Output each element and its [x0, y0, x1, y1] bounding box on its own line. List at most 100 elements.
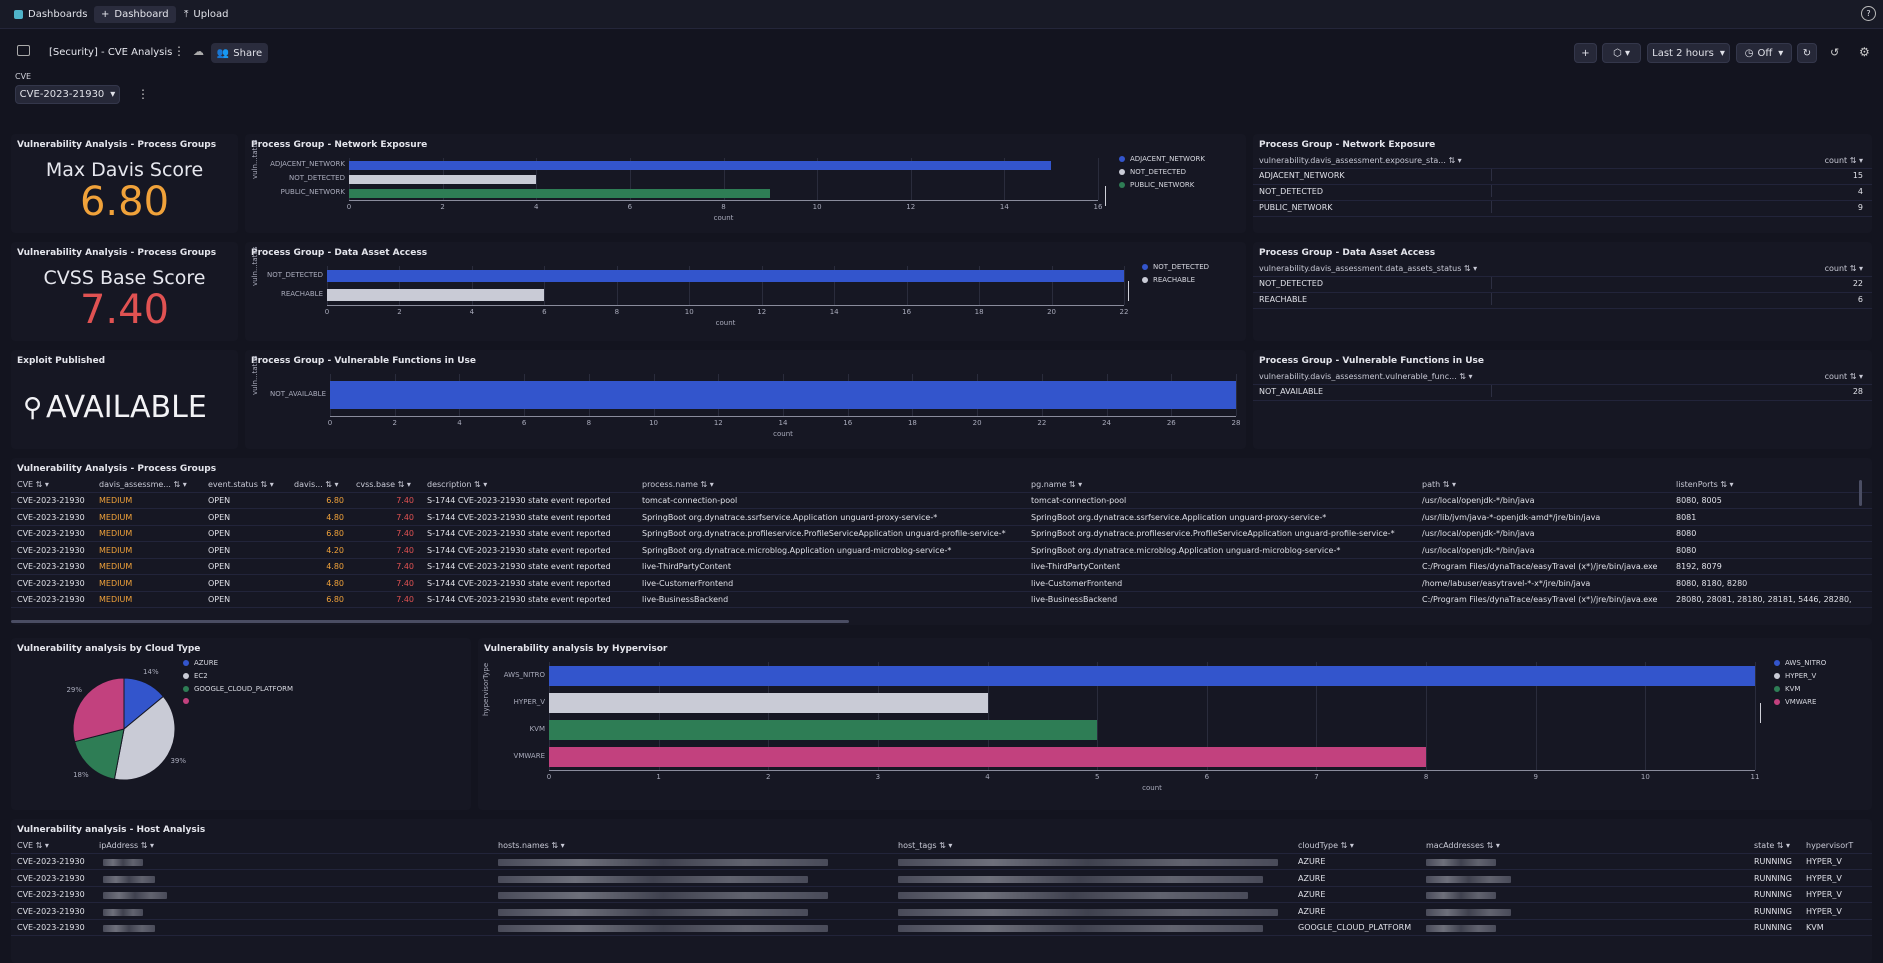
tile-title: Vulnerability Analysis - Process Groups: [17, 140, 217, 150]
refresh-button[interactable]: ↻: [1797, 43, 1817, 63]
bar[interactable]: [349, 160, 1052, 170]
legend-item[interactable]: NOT_DETECTED: [1142, 263, 1209, 271]
settings-gear-icon[interactable]: ⚙: [1859, 45, 1870, 59]
table-cell: CVE-2023-21930: [17, 906, 85, 916]
bar[interactable]: [549, 719, 1098, 740]
add-tile-button[interactable]: +: [1574, 43, 1597, 63]
more-options-icon[interactable]: ⋮: [173, 44, 185, 58]
filter-more-icon[interactable]: ⋮: [137, 87, 149, 101]
x-axis-line: [549, 770, 1755, 771]
column-header[interactable]: host_tags ⇅ ▾: [898, 841, 1018, 850]
column-header[interactable]: event.status ⇅ ▾: [208, 480, 291, 489]
vulnerable-functions-bar-chart: 0 2 4 6 8 10 12 14 16 18 20 22 24 26 28 count vuln...tat…: [245, 350, 1246, 449]
row-divider: [11, 885, 1872, 887]
cve-filter-select[interactable]: CVE-2023-21930 ▾: [15, 85, 120, 104]
column-header[interactable]: cloudType ⇅ ▾: [1298, 841, 1418, 850]
column-header[interactable]: ipAddress ⇅ ▾: [99, 841, 219, 850]
column-header[interactable]: hosts.names ⇅ ▾: [498, 841, 618, 850]
column-header[interactable]: count ⇅ ▾: [1813, 372, 1863, 381]
process-groups-table: CVE ⇅ ▾ davis_assessme... ⇅ ▾ event.status…: [11, 458, 1872, 625]
legend-item[interactable]: ADJACENT_NETWORK: [1119, 155, 1205, 163]
column-header[interactable]: count ⇅ ▾: [1813, 264, 1863, 273]
legend-item[interactable]: GOOGLE_CLOUD_PLATFORM: [183, 685, 293, 693]
bar[interactable]: [549, 692, 988, 713]
table-cell: MEDIUM: [99, 578, 133, 588]
table-cell: SpringBoot org.dynatrace.profileservice.…: [1031, 529, 1395, 538]
segments-button[interactable]: ⬡ ▾: [1602, 43, 1641, 63]
table-cell: REACHABLE: [1259, 295, 1308, 304]
bar[interactable]: [349, 188, 771, 198]
legend-item[interactable]: EC2: [183, 672, 208, 680]
dashboard-title[interactable]: [Security] - CVE Analysis: [49, 47, 172, 58]
column-header[interactable]: process.name ⇅ ▾: [642, 480, 1027, 489]
legend-dot: [1119, 169, 1125, 175]
share-button[interactable]: 👥 Share: [211, 43, 268, 63]
legend-item[interactable]: REACHABLE: [1142, 276, 1195, 284]
table-cell: 28: [1852, 387, 1863, 396]
legend-label: AWS_NITRO: [1785, 659, 1827, 667]
sidebar-toggle-icon[interactable]: [17, 45, 30, 56]
column-header[interactable]: hypervisorT: [1806, 841, 1872, 850]
bar[interactable]: [330, 381, 1236, 409]
column-header[interactable]: macAddresses ⇅ ▾: [1426, 841, 1546, 850]
table-cell: 7.40: [396, 545, 414, 555]
bar[interactable]: [327, 269, 1124, 282]
column-header[interactable]: path ⇅ ▾: [1422, 480, 1672, 489]
davis-score-label: Max Davis Score: [45, 159, 204, 181]
legend-scroll-handle[interactable]: [1128, 281, 1129, 301]
redacted-mac: [1426, 859, 1496, 866]
legend-label: AZURE: [194, 659, 218, 667]
refresh-interval-selector[interactable]: ◷ Off ▾: [1736, 43, 1792, 63]
legend-item[interactable]: VMWARE: [1774, 698, 1816, 706]
column-header[interactable]: description ⇅ ▾: [427, 480, 637, 489]
vertical-scrollbar[interactable]: [1859, 480, 1862, 506]
column-header[interactable]: davis_assessme... ⇅ ▾: [99, 480, 201, 489]
table-cell: /usr/local/openjdk-*/bin/java: [1422, 529, 1535, 538]
legend-item[interactable]: KVM: [1774, 685, 1800, 693]
legend-scroll-handle[interactable]: [1105, 186, 1106, 206]
legend-item[interactable]: [183, 698, 194, 704]
table-cell: KVM: [1806, 923, 1824, 932]
legend-scroll-handle[interactable]: [1760, 703, 1761, 723]
help-icon[interactable]: ?: [1861, 6, 1876, 21]
legend-item[interactable]: NOT_DETECTED: [1119, 168, 1186, 176]
table-cell: 6.80: [326, 529, 344, 538]
legend-item[interactable]: AWS_NITRO: [1774, 659, 1826, 667]
legend-dot: [183, 686, 189, 692]
column-header[interactable]: listenPorts ⇅ ▾: [1676, 480, 1866, 489]
table-cell: GOOGLE_CLOUD_PLATFORM: [1298, 923, 1412, 932]
column-header[interactable]: vulnerability.davis_assessment.data_asse…: [1259, 264, 1489, 273]
table-cell: SpringBoot org.dynatrace.microblog.Appli…: [642, 545, 952, 555]
cloud-save-icon[interactable]: ☁: [193, 45, 204, 58]
legend-label: EC2: [194, 672, 208, 680]
column-header[interactable]: vulnerability.davis_assessment.exposure_…: [1259, 156, 1489, 165]
horizontal-scrollbar[interactable]: [11, 620, 849, 623]
new-dashboard-button[interactable]: + Dashboard: [94, 6, 176, 23]
legend-item[interactable]: AZURE: [183, 659, 218, 667]
add-glyph: +: [1581, 47, 1590, 59]
table-cell: live-CustomerFrontend: [642, 578, 734, 588]
column-divider: [1491, 277, 1492, 289]
column-header[interactable]: cvss.base ⇅ ▾: [356, 480, 422, 489]
bar[interactable]: [327, 289, 545, 302]
table-cell: PUBLIC_NETWORK: [1259, 203, 1333, 212]
column-header[interactable]: CVE ⇅ ▾: [17, 480, 97, 489]
table-cell: 8081: [1676, 512, 1697, 522]
x-tick-label: 0: [546, 773, 552, 781]
bar[interactable]: [549, 746, 1427, 767]
history-icon[interactable]: ↺: [1830, 46, 1839, 59]
dashboards-app-link[interactable]: Dashboards: [14, 6, 87, 23]
bar[interactable]: [549, 665, 1755, 686]
x-tick-label: 0: [346, 203, 352, 211]
legend-item[interactable]: PUBLIC_NETWORK: [1119, 181, 1194, 189]
upload-button[interactable]: ⤒ Upload: [184, 6, 228, 23]
column-header[interactable]: vulnerability.davis_assessment.vulnerabl…: [1259, 372, 1489, 381]
bar[interactable]: [349, 174, 537, 184]
column-header[interactable]: davis... ⇅ ▾: [294, 480, 352, 489]
grid-line: [1236, 374, 1237, 416]
timeframe-selector[interactable]: Last 2 hours ▾: [1647, 43, 1730, 63]
legend-item[interactable]: HYPER_V: [1774, 672, 1816, 680]
y-tick-label: VMWARE: [513, 751, 545, 760]
column-header[interactable]: count ⇅ ▾: [1813, 156, 1863, 165]
column-header[interactable]: pg.name ⇅ ▾: [1031, 480, 1416, 489]
